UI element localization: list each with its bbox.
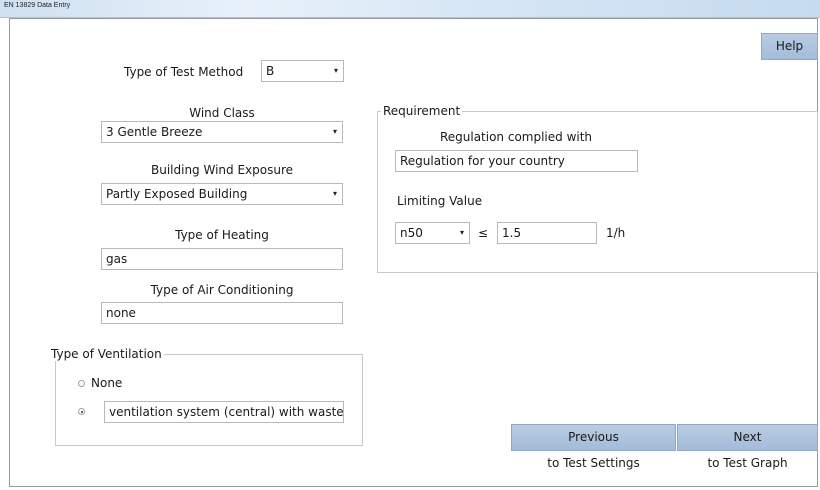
- wind-exposure-select[interactable]: Partly Exposed Building ▾: [101, 183, 343, 205]
- previous-caption: to Test Settings: [547, 456, 640, 470]
- limit-unit: 1/h: [606, 226, 626, 240]
- limit-value-input[interactable]: 1.5: [497, 222, 597, 244]
- wind-class-label: Wind Class: [189, 106, 255, 120]
- ventilation-legend: Type of Ventilation: [49, 347, 164, 361]
- regulation-input[interactable]: Regulation for your country: [395, 150, 638, 172]
- test-method-select[interactable]: B ▾: [261, 60, 344, 82]
- heating-label: Type of Heating: [175, 228, 269, 242]
- operator-symbol: ≤: [478, 226, 489, 240]
- chevron-down-icon[interactable]: ▾: [331, 184, 339, 204]
- requirement-legend: Requirement: [381, 104, 463, 118]
- title-bar: EN 13829 Data Entry: [0, 0, 820, 18]
- limit-metric-select[interactable]: n50 ▾: [395, 222, 470, 244]
- ventilation-option-none[interactable]: None: [91, 376, 122, 390]
- limit-metric-value: n50: [400, 226, 423, 240]
- regulation-label: Regulation complied with: [439, 130, 593, 144]
- wind-class-select[interactable]: 3 Gentle Breeze ▾: [101, 121, 343, 143]
- wind-exposure-value: Partly Exposed Building: [106, 187, 248, 201]
- ventilation-group: [55, 354, 363, 446]
- limiting-value-label: Limiting Value: [397, 194, 483, 208]
- radio-icon[interactable]: [78, 380, 85, 387]
- heating-input[interactable]: gas: [101, 248, 343, 270]
- chevron-down-icon[interactable]: ▾: [458, 223, 466, 243]
- chevron-down-icon[interactable]: ▾: [332, 61, 340, 81]
- previous-button[interactable]: Previous: [511, 424, 676, 451]
- radio-icon[interactable]: [78, 408, 85, 415]
- wind-exposure-label: Building Wind Exposure: [150, 163, 294, 177]
- air-conditioning-label: Type of Air Conditioning: [150, 283, 294, 297]
- ventilation-option-system[interactable]: ventilation system (central) with waste: [104, 401, 344, 423]
- air-conditioning-input[interactable]: none: [101, 302, 343, 324]
- help-button[interactable]: Help: [761, 33, 818, 60]
- next-caption: to Test Graph: [707, 456, 788, 470]
- chevron-down-icon[interactable]: ▾: [331, 122, 339, 142]
- test-method-value: B: [266, 64, 275, 78]
- wind-class-value: 3 Gentle Breeze: [106, 125, 203, 139]
- window-title: EN 13829 Data Entry: [4, 2, 71, 9]
- next-button[interactable]: Next: [677, 424, 818, 451]
- test-method-label: Type of Test Method: [124, 65, 244, 79]
